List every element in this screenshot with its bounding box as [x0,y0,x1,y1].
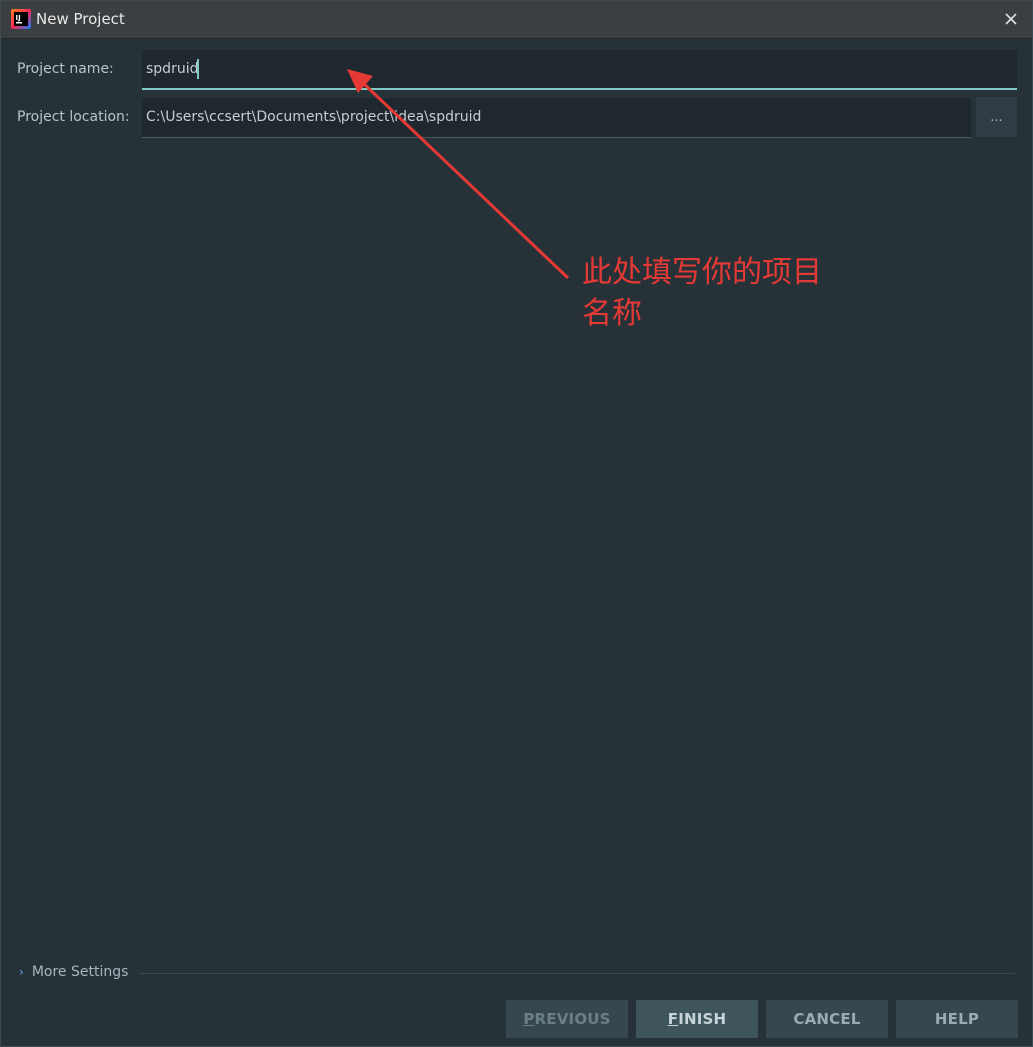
intellij-idea-icon: IJ [11,9,31,29]
separator [139,973,1015,974]
more-settings-label: More Settings [31,964,129,980]
finish-button[interactable]: FINISH [636,1000,758,1038]
close-icon[interactable] [998,6,1024,32]
chevron-right-icon: › [19,965,24,979]
project-location-input[interactable]: C:\Users\ccsert\Documents\project\idea\s… [142,98,971,138]
new-project-dialog: IJ New Project Project name: spdruid Pro… [0,0,1033,1047]
project-location-label: Project location: [17,109,130,125]
project-location-value: C:\Users\ccsert\Documents\project\idea\s… [146,109,482,125]
more-settings-toggle[interactable]: › More Settings [19,964,128,980]
help-button[interactable]: HELP [896,1000,1018,1038]
annotation-text: 此处填写你的项目名称 [582,255,822,331]
title-bar: IJ New Project [1,1,1032,39]
text-caret [197,59,200,79]
svg-text:IJ: IJ [16,14,21,22]
project-name-label: Project name: [17,61,114,77]
browse-button[interactable]: ... [976,97,1017,137]
cancel-button[interactable]: CANCEL [766,1000,888,1038]
project-name-input[interactable]: spdruid [142,50,1017,90]
project-name-value: spdruid [146,61,199,77]
previous-button[interactable]: PREVIOUS [506,1000,628,1038]
window-title: New Project [36,10,125,28]
